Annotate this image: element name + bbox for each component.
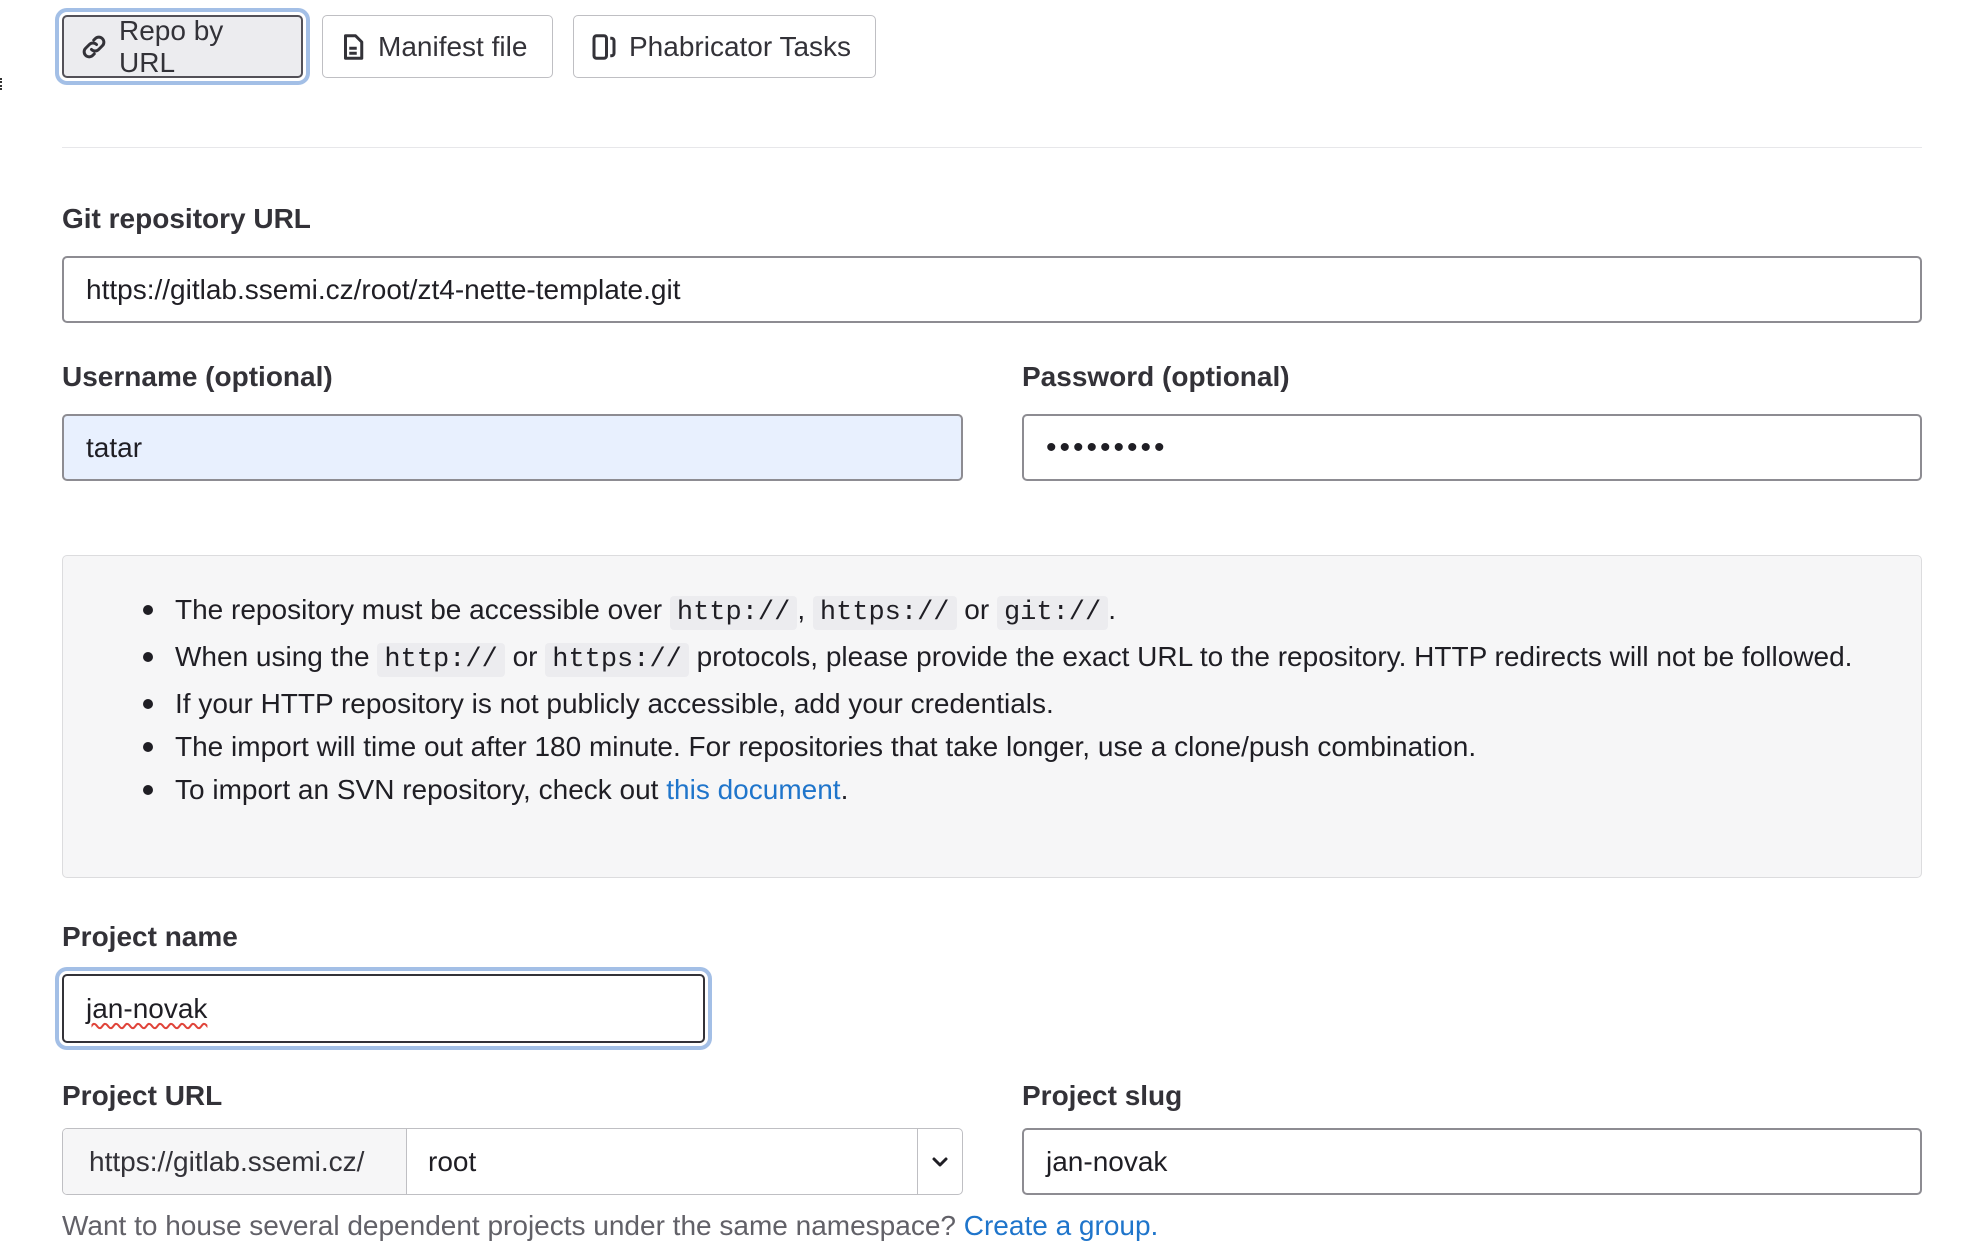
- import-info-box: The repository must be accessible over h…: [62, 555, 1922, 878]
- info-item-exact-url: When using the http:// or https:// proto…: [143, 635, 1875, 682]
- info-item1-or: or: [964, 594, 990, 625]
- info-item1-end: .: [1108, 594, 1116, 625]
- code-http: http://: [377, 643, 505, 677]
- project-name-value: jan-novak: [86, 992, 208, 1024]
- info-item1-text: The repository must be accessible over: [175, 594, 663, 625]
- info-item-protocols: The repository must be accessible over h…: [143, 588, 1875, 635]
- namespace-dropdown-toggle[interactable]: [917, 1129, 962, 1194]
- chevron-down-icon: [932, 1157, 948, 1166]
- info-item2-rest: protocols, please provide the exact URL …: [696, 641, 1853, 672]
- password-value: •••••••••: [1046, 430, 1168, 464]
- manifest-file-label: Manifest file: [378, 30, 528, 62]
- username-input[interactable]: tatar: [62, 414, 963, 481]
- info-item5-end: .: [840, 774, 849, 805]
- code-http: http://: [669, 596, 798, 630]
- document-icon: [344, 33, 364, 60]
- section-divider: [62, 147, 1922, 148]
- username-value: tatar: [86, 431, 143, 463]
- tasks-icon: [592, 33, 616, 60]
- project-name-label: Project name: [62, 921, 238, 952]
- code-https: https://: [545, 643, 689, 677]
- manifest-file-button[interactable]: Manifest file: [322, 15, 553, 78]
- git-repo-url-input[interactable]: https://gitlab.ssemi.cz/root/zt4-nette-t…: [62, 256, 1922, 323]
- repo-by-url-label: Repo by URL: [119, 14, 224, 78]
- info-item-credentials: If your HTTP repository is not publicly …: [143, 682, 1875, 725]
- info-item1-sep: ,: [797, 594, 806, 625]
- namespace-select[interactable]: root: [407, 1129, 917, 1194]
- password-label: Password (optional): [1022, 361, 1290, 392]
- git-repo-url-value: https://gitlab.ssemi.cz/root/zt4-nette-t…: [86, 273, 681, 305]
- password-input[interactable]: •••••••••: [1022, 414, 1922, 481]
- project-slug-value: jan-novak: [1046, 1145, 1168, 1177]
- project-url-label: Project URL: [62, 1080, 223, 1111]
- project-name-input[interactable]: jan-novak: [62, 974, 705, 1043]
- project-url-prefix: https://gitlab.ssemi.cz/: [63, 1129, 407, 1194]
- phabricator-tasks-label: Phabricator Tasks: [629, 30, 852, 62]
- info-item-timeout: The import will time out after 180 minut…: [143, 725, 1875, 768]
- repo-by-url-button[interactable]: Repo by URL: [62, 15, 303, 78]
- info-list: The repository must be accessible over h…: [143, 588, 1875, 811]
- info-item2-or: or: [512, 641, 538, 672]
- edge-marker: [0, 78, 5, 90]
- git-repo-url-label: Git repository URL: [62, 203, 311, 234]
- phabricator-tasks-button[interactable]: Phabricator Tasks: [573, 15, 876, 78]
- link-icon: [82, 35, 106, 58]
- info-item2-text: When using the: [175, 641, 370, 672]
- create-group-help: Want to house several dependent projects…: [62, 1210, 1158, 1242]
- username-label: Username (optional): [62, 361, 333, 392]
- project-url-group: https://gitlab.ssemi.cz/ root: [62, 1128, 963, 1195]
- namespace-value: root: [428, 1145, 477, 1177]
- info-item5-text: To import an SVN repository, check out: [175, 774, 659, 805]
- project-slug-input[interactable]: jan-novak: [1022, 1128, 1922, 1195]
- svn-document-link[interactable]: this document: [666, 774, 840, 805]
- info-item-svn: To import an SVN repository, check out t…: [143, 768, 1875, 811]
- code-git: git://: [996, 596, 1109, 630]
- code-https: https://: [812, 596, 957, 630]
- project-slug-label: Project slug: [1022, 1080, 1183, 1111]
